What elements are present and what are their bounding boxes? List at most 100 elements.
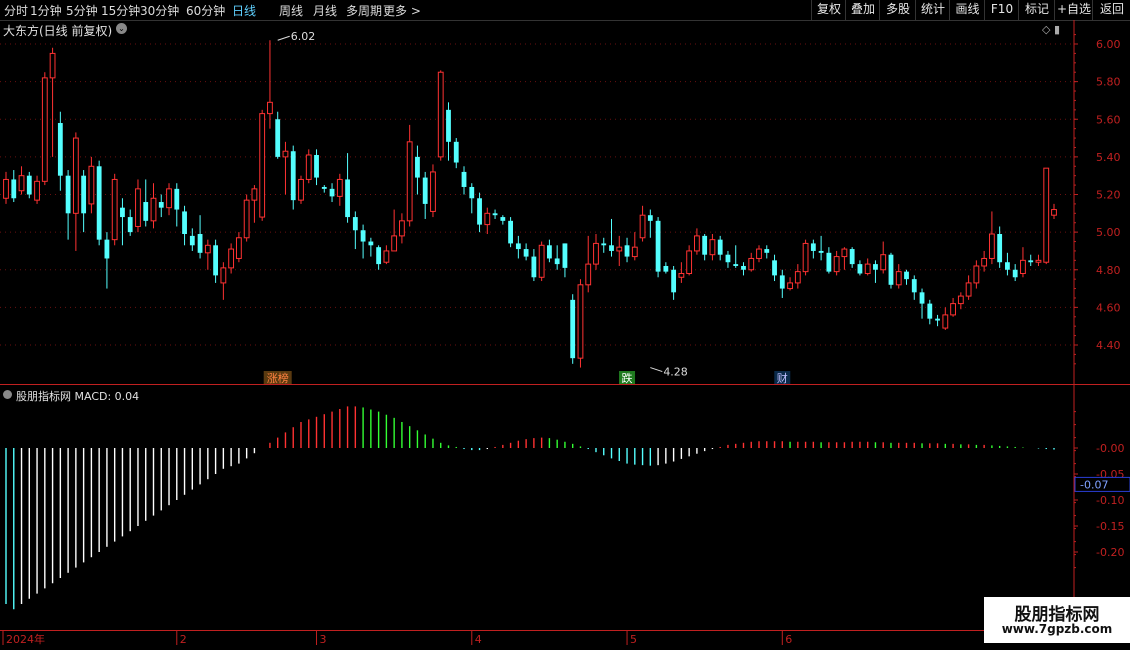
extreme-marker-line xyxy=(650,367,663,373)
price-tick-label: 4.40 xyxy=(1096,339,1121,352)
candle-body xyxy=(189,235,195,246)
candle-body xyxy=(1012,269,1018,278)
event-badge-label: 跌 xyxy=(622,371,633,385)
candle-body xyxy=(810,243,816,251)
macd-tick-label: -0.20 xyxy=(1096,546,1124,559)
candle-body xyxy=(639,214,646,239)
candle-body xyxy=(446,109,451,142)
candle-body xyxy=(515,243,521,250)
candle-body xyxy=(314,154,319,178)
candle-body xyxy=(1043,167,1050,263)
candle-body xyxy=(997,234,1003,263)
chart-canvas: 6.00 5.80 5.60 5.40 5.20 5.00 4.80 4.60 4.40 6.02… xyxy=(0,20,1130,646)
time-label: 4 xyxy=(475,633,482,646)
candle-body xyxy=(1005,262,1010,270)
candle-body xyxy=(523,249,529,257)
candle-body xyxy=(143,202,149,221)
candle-body xyxy=(430,171,436,212)
candle-body xyxy=(663,265,669,272)
extreme-price-label: 4.28 xyxy=(663,366,688,379)
candle-body xyxy=(422,177,428,204)
candle-body xyxy=(988,233,995,259)
candle-body xyxy=(593,242,599,265)
candle-body xyxy=(72,137,79,214)
candle-body xyxy=(65,175,71,214)
candle-body xyxy=(577,284,584,359)
candle-body xyxy=(290,151,296,201)
candle-body xyxy=(585,263,592,286)
candle-body xyxy=(492,213,498,216)
event-badge-label: 财 xyxy=(777,371,788,385)
candle-body xyxy=(702,235,708,255)
candle-body xyxy=(453,141,459,163)
candle-body xyxy=(942,314,949,329)
watermark: 股朋指标网 www.7gpzb.com xyxy=(984,597,1130,643)
candle-body xyxy=(693,235,700,252)
candle-body xyxy=(826,252,832,272)
candle-body xyxy=(18,175,25,192)
candle-body xyxy=(538,244,545,278)
candle-body xyxy=(725,254,731,263)
candle-body xyxy=(624,245,630,257)
candle-body xyxy=(873,264,878,270)
candle-body xyxy=(197,234,203,253)
candle-body xyxy=(26,175,32,195)
candle-body xyxy=(772,260,777,276)
extreme-price-label: 6.02 xyxy=(291,30,316,43)
time-label: 2024年 xyxy=(6,632,45,646)
candle-body xyxy=(787,282,793,290)
price-tick-label: 5.00 xyxy=(1096,226,1121,239)
candle-body xyxy=(655,220,661,272)
macd-tick-label: -0.10 xyxy=(1096,494,1124,507)
candle-body xyxy=(880,254,887,271)
price-tick-label: 5.80 xyxy=(1096,76,1121,89)
candle-body xyxy=(104,239,110,259)
candle-body xyxy=(616,246,623,252)
candle-body xyxy=(34,180,40,201)
price-tick-label: 5.20 xyxy=(1096,189,1121,202)
candle-body xyxy=(213,245,219,276)
candle-body xyxy=(469,186,475,199)
time-label: 5 xyxy=(630,633,637,646)
candle-body xyxy=(733,264,739,266)
candle-body xyxy=(794,271,801,284)
candle-body xyxy=(484,212,491,226)
macd-current-value: -0.07 xyxy=(1080,478,1108,491)
candle-body xyxy=(888,254,894,285)
candle-body xyxy=(298,178,304,201)
price-tick-label: 5.40 xyxy=(1096,151,1121,164)
candle-body xyxy=(57,123,63,176)
candle-body xyxy=(235,237,242,259)
candle-body xyxy=(911,279,917,293)
candle-body xyxy=(802,242,809,273)
candle-body xyxy=(127,217,133,233)
candle-body xyxy=(345,179,350,218)
candle-body xyxy=(1051,209,1057,216)
candle-body xyxy=(508,220,513,244)
candle-body xyxy=(647,215,653,221)
candle-body xyxy=(182,211,187,235)
candle-body xyxy=(11,179,17,199)
candle-body xyxy=(500,217,506,221)
time-label: 2 xyxy=(180,633,187,646)
candle-body xyxy=(957,295,964,305)
candle-body xyxy=(756,248,762,259)
candle-body xyxy=(609,245,614,251)
macd-tick-label: -0.00 xyxy=(1096,442,1124,455)
candle-body xyxy=(965,282,972,297)
event-badge-label: 涨榜 xyxy=(267,371,289,385)
candle-body xyxy=(950,303,956,316)
candle-body xyxy=(748,257,755,271)
candle-body xyxy=(267,101,273,115)
candle-body xyxy=(251,188,258,201)
candle-body xyxy=(391,235,398,252)
candle-body xyxy=(3,178,9,199)
candle-body xyxy=(275,119,281,157)
candle-body xyxy=(864,263,871,275)
candle-body xyxy=(973,265,980,284)
candle-body xyxy=(671,269,677,293)
price-tick-label: 4.60 xyxy=(1096,301,1121,314)
time-label: 6 xyxy=(785,633,792,646)
candle-body xyxy=(282,150,289,158)
candle-body xyxy=(717,239,723,255)
